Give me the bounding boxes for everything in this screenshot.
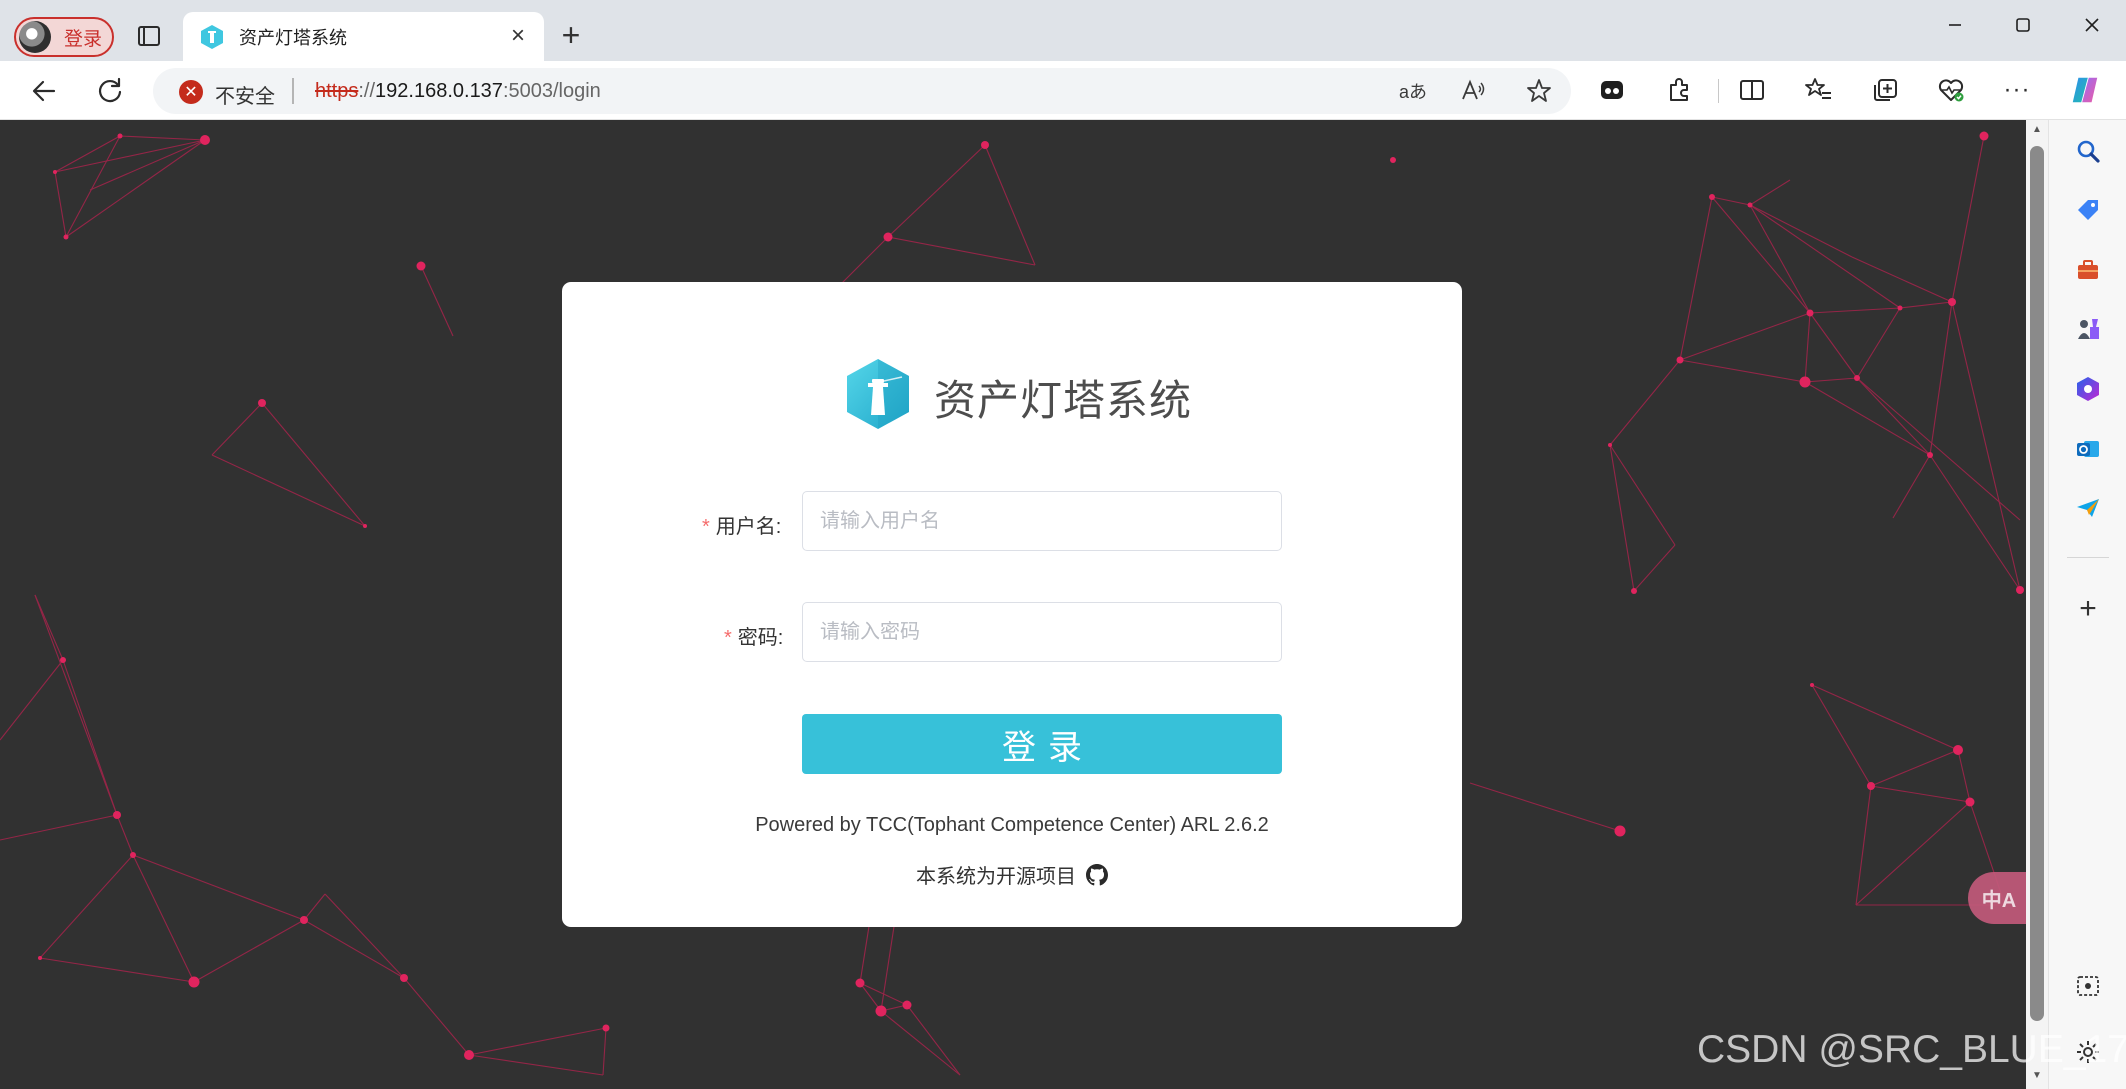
extensions-icon[interactable]	[1663, 74, 1695, 106]
split-screen-icon[interactable]	[1736, 74, 1768, 106]
lighthouse-logo-icon	[847, 359, 909, 429]
translate-float-button[interactable]: 中A	[1968, 872, 2026, 924]
sidebar-search-icon[interactable]	[2072, 135, 2104, 167]
sidebar-games-icon[interactable]	[2072, 313, 2104, 345]
username-label-text: 用户名:	[715, 516, 782, 538]
open-source-text: 本系统为开源项目	[916, 866, 1076, 888]
more-options-icon[interactable]: ···	[2001, 74, 2033, 106]
refresh-icon[interactable]	[92, 73, 128, 109]
sidebar-copilot-icon[interactable]	[2072, 373, 2104, 405]
url-scheme-separator: ://	[358, 80, 376, 102]
system-title: 资产灯塔系统	[934, 377, 1193, 424]
favorite-star-icon[interactable]	[1524, 76, 1554, 106]
address-separator	[292, 78, 294, 104]
profile-button[interactable]: 登录	[14, 17, 114, 57]
sidebar-separator	[2067, 557, 2109, 558]
toolbar-separator	[1718, 79, 1719, 103]
browser-window: 登录 资产灯塔系统 × + ✕ 不安全 https://192.168.0.13…	[0, 0, 2126, 1089]
username-input[interactable]	[802, 491, 1282, 551]
collections-icon[interactable]	[1869, 74, 1901, 106]
active-tab[interactable]: 资产灯塔系统 ×	[183, 12, 544, 61]
tab-favicon-icon	[201, 24, 223, 49]
scroll-down-icon[interactable]: ▼	[2030, 1070, 2044, 1084]
security-status[interactable]: 不安全	[215, 80, 275, 109]
back-icon[interactable]	[26, 73, 62, 109]
edge-sidebar: +	[2048, 120, 2126, 1089]
translate-page-icon[interactable]: aあ	[1398, 76, 1428, 106]
minimize-icon[interactable]	[1935, 10, 1975, 40]
login-page: 资产灯塔系统 *用户名: *密码: 登录 Powered by TCC(Toph…	[0, 120, 2026, 1089]
new-tab-icon[interactable]: +	[556, 17, 586, 53]
login-button[interactable]: 登录	[802, 714, 1282, 774]
browser-toolbar: ✕ 不安全 https://192.168.0.137:5003/login a…	[0, 61, 2126, 120]
url-host: 192.168.0.137	[375, 80, 503, 102]
login-card: 资产灯塔系统 *用户名: *密码: 登录 Powered by TCC(Toph…	[562, 282, 1462, 927]
required-mark: *	[702, 516, 710, 538]
password-input[interactable]	[802, 602, 1282, 662]
sidebar-tools-icon[interactable]	[2072, 254, 2104, 286]
read-aloud-icon[interactable]	[1458, 76, 1488, 106]
sidebar-drop-icon[interactable]	[2072, 492, 2104, 524]
browser-essentials-icon[interactable]	[1935, 74, 1967, 106]
url-scheme: https	[315, 80, 359, 102]
scroll-up-icon[interactable]: ▲	[2030, 124, 2044, 138]
github-icon[interactable]	[1086, 863, 1108, 886]
username-label: * 用户名:	[702, 510, 781, 539]
profile-label: 登录	[64, 28, 103, 50]
profile-avatar	[19, 21, 51, 53]
address-bar[interactable]: ✕ 不安全 https://192.168.0.137:5003/login a…	[153, 68, 1571, 114]
powered-by-text: Powered by TCC(Tophant Competence Center…	[755, 814, 1269, 836]
page-scrollbar[interactable]: ▲ ▼	[2026, 120, 2048, 1089]
tab-title: 资产灯塔系统	[239, 27, 347, 48]
sidebar-shopping-icon[interactable]	[2072, 194, 2104, 226]
close-window-icon[interactable]	[2072, 10, 2112, 40]
tab-close-icon[interactable]: ×	[506, 22, 530, 49]
password-label: * 密码:	[724, 621, 783, 650]
sidebar-screenshot-icon[interactable]	[2072, 970, 2104, 1002]
url-path: :5003/login	[502, 80, 601, 102]
required-mark: *	[724, 627, 732, 649]
scrollbar-thumb[interactable]	[2030, 146, 2044, 1021]
password-label-text: 密码:	[737, 627, 784, 649]
sidebar-outlook-icon[interactable]	[2072, 433, 2104, 465]
maximize-icon[interactable]	[2003, 10, 2043, 40]
insecure-warning-icon[interactable]: ✕	[179, 80, 203, 104]
sidebar-add-icon[interactable]: +	[2072, 592, 2104, 625]
tab-actions-icon[interactable]	[133, 20, 165, 52]
copilot-icon[interactable]	[2069, 74, 2101, 106]
csdn-watermark: CSDN @SRC_BLUE_17	[1697, 1028, 2126, 1071]
open-source-notice: 本系统为开源项目	[562, 860, 1462, 889]
favorites-list-icon[interactable]	[1803, 74, 1835, 106]
url-text[interactable]: https://192.168.0.137:5003/login	[315, 80, 601, 103]
tab-strip: 登录 资产灯塔系统 × +	[0, 0, 2126, 61]
tab-grid-extension-icon[interactable]	[1596, 74, 1628, 106]
